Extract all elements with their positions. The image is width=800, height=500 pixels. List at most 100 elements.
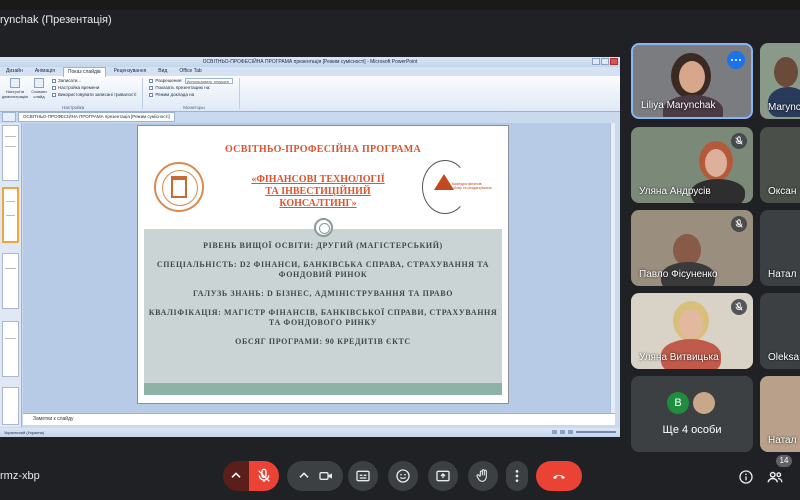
chevron-up-icon <box>299 472 309 478</box>
present-button[interactable] <box>428 461 458 491</box>
tab-design[interactable]: Дизайн <box>2 67 27 76</box>
present-icon <box>436 470 450 482</box>
tab-review[interactable]: Рецензування <box>110 67 151 76</box>
slideshow-view-icon[interactable] <box>568 430 573 434</box>
end-call-button[interactable] <box>536 461 582 491</box>
program-name: «ФІНАНСОВІ ТЕХНОЛОГІЇ ТА ІНВЕСТИЦІЙНИЙ К… <box>251 174 385 209</box>
participant-tile[interactable]: Liliya Marynchak <box>631 43 753 119</box>
presentation-title: rynchak (Презентація) <box>0 14 112 26</box>
participant-name: Liliya Marynchak <box>641 100 716 111</box>
mic-off-icon <box>731 299 747 315</box>
sorter-view-icon[interactable] <box>560 430 565 434</box>
timing-item[interactable]: Настройка времени <box>52 85 136 91</box>
participant-tile[interactable]: Оксан <box>760 127 800 203</box>
slide-thumbnail-selected[interactable] <box>2 187 19 243</box>
slide-thumbnail[interactable] <box>2 387 19 425</box>
participant-name: Oleksa <box>768 352 800 363</box>
group-label: Мониторы <box>183 105 205 110</box>
more-options-button[interactable] <box>506 461 528 491</box>
document-tabs: ОСВІТНЬО-ПРОФЕСІЙНА ПРОГРАМА презентація… <box>0 112 620 122</box>
vertical-scrollbar[interactable] <box>610 123 615 413</box>
program-details: РІВЕНЬ ВИЩОЇ ОСВІТИ: ДРУГИЙ (МАГІСТЕРСЬК… <box>144 241 502 347</box>
record-item[interactable]: Записати... <box>52 78 136 84</box>
university-logo <box>154 162 204 212</box>
minimize-icon[interactable] <box>592 58 600 65</box>
use-timings-checkbox[interactable]: Використовувати записані тривалості <box>52 92 136 98</box>
presenter-view-checkbox[interactable]: Режим доклада на <box>149 92 232 98</box>
slide-thumbnail[interactable] <box>2 125 19 181</box>
status-language: Украинский (Украина) <box>4 430 45 435</box>
participant-tile[interactable]: Marync <box>760 43 800 119</box>
people-button[interactable] <box>766 468 784 486</box>
ribbon-group-monitors: Разрешение: Использовать текущее Показать… <box>149 78 240 110</box>
participant-name: Уляна Андрусів <box>639 186 711 197</box>
info-button[interactable] <box>737 468 755 486</box>
normal-view-icon[interactable] <box>552 430 557 434</box>
more-participants-label: Ще 4 особи <box>662 424 722 436</box>
participant-count-badge: 14 <box>776 455 792 467</box>
tab-office-tab[interactable]: Office Tab <box>175 67 205 76</box>
participant-tile[interactable]: Павло Фісуненко <box>631 210 753 286</box>
more-options-icon[interactable] <box>727 51 745 69</box>
ribbon-group-setup: Настроїти демонстрацію Сховати слайд Зап… <box>2 78 144 110</box>
tab-view[interactable]: Вид <box>154 67 171 76</box>
specialty-text: СПЕЦІАЛЬНІСТЬ: D2 ФІНАНСИ, БАНКІВСЬКА СП… <box>156 260 490 279</box>
raise-hand-button[interactable] <box>468 461 498 491</box>
top-bar <box>0 0 800 10</box>
ribbon-tabs: Дизайн Анімація Показ слайдів Рецензуван… <box>0 66 620 77</box>
camera-button[interactable] <box>287 461 343 491</box>
camera-icon <box>319 472 332 480</box>
raise-hand-icon <box>476 469 487 482</box>
degree-level-text: РІВЕНЬ ВИЩОЇ ОСВІТИ: ДРУГИЙ (МАГІСТЕРСЬК… <box>203 241 443 250</box>
department-logo-text: Кафедра фінансів, обліку та оподаткуванн… <box>452 182 492 190</box>
participant-tile[interactable]: Натал <box>760 376 800 452</box>
end-call-icon <box>553 474 565 479</box>
close-icon[interactable] <box>610 58 618 65</box>
captions-button[interactable] <box>348 461 378 491</box>
mic-off-icon <box>258 468 270 482</box>
tab-slideshow[interactable]: Показ слайдів <box>62 66 106 77</box>
group-label: Настройка <box>62 105 85 110</box>
info-icon <box>739 470 753 484</box>
status-bar: Украинский (Украина) <box>0 428 620 437</box>
participant-tile[interactable]: Уляна Андрусів <box>631 127 753 203</box>
avatar-stack: B <box>667 392 715 414</box>
zoom-slider[interactable] <box>576 431 616 433</box>
ppt-title-bar: ОСВІТНЬО-ПРОФЕСІЙНА ПРОГРАМА презентація… <box>0 57 620 67</box>
avatar: B <box>667 392 689 414</box>
slide-divider-circle <box>314 218 333 237</box>
resolution-item[interactable]: Разрешение: Использовать текущее <box>149 78 233 84</box>
emoji-button[interactable] <box>388 461 418 491</box>
show-on-item[interactable]: Показать презентацию на: <box>149 85 232 91</box>
mic-off-icon <box>731 216 747 232</box>
slide-thumbnails <box>0 123 22 427</box>
ppt-window-title: ОСВІТНЬО-ПРОФЕСІЙНА ПРОГРАМА презентація… <box>202 59 418 65</box>
setup-icon <box>10 78 20 88</box>
maximize-icon[interactable] <box>601 58 609 65</box>
slide-thumbnail[interactable] <box>2 321 19 377</box>
resolution-dropdown[interactable]: Использовать текущее <box>184 78 233 84</box>
more-participants-tile[interactable]: B Ще 4 особи <box>631 376 753 452</box>
field-of-knowledge-text: ГАЛУЗЬ ЗНАНЬ: D БІЗНЕС, АДМІНІСТРУВАННЯ … <box>192 289 454 298</box>
doc-tab-active[interactable]: ОСВІТНЬО-ПРОФЕСІЙНА ПРОГРАМА презентація… <box>18 112 175 122</box>
program-volume-text: ОБСЯГ ПРОГРАМИ: 90 КРЕДИТІВ ЄКТС <box>235 337 411 346</box>
mic-options-button[interactable] <box>223 461 249 491</box>
view-controls <box>552 430 616 434</box>
slide-heading: ОСВІТНЬО-ПРОФЕСІЙНА ПРОГРАМА <box>224 144 422 155</box>
participant-tile[interactable]: Уляна Витвицька <box>631 293 753 369</box>
notes-pane[interactable]: Заметки к слайду <box>23 413 615 425</box>
qualification-text: КВАЛІФІКАЦІЯ: МАГІСТР ФІНАНСІВ, БАНКІВСЬ… <box>148 308 498 327</box>
meeting-code: rmz-xbp <box>0 470 40 482</box>
participant-name: Marync <box>768 102 800 113</box>
participant-tile[interactable]: Oleksa <box>760 293 800 369</box>
mic-toggle-button[interactable] <box>249 461 279 491</box>
participant-name: Уляна Витвицька <box>639 352 719 363</box>
participant-name: Натал <box>768 435 797 446</box>
tab-animation[interactable]: Анімація <box>31 67 59 76</box>
hide-slide-icon <box>34 78 44 88</box>
participant-tile[interactable]: Натал <box>760 210 800 286</box>
slide-thumbnail[interactable] <box>2 253 19 309</box>
slide-header-area: ОСВІТНЬО-ПРОФЕСІЙНА ПРОГРАМА «ФІНАНСОВІ … <box>144 132 502 229</box>
department-logo: Кафедра фінансів, обліку та оподаткуванн… <box>420 160 492 214</box>
doc-tab-previous[interactable] <box>2 112 16 122</box>
